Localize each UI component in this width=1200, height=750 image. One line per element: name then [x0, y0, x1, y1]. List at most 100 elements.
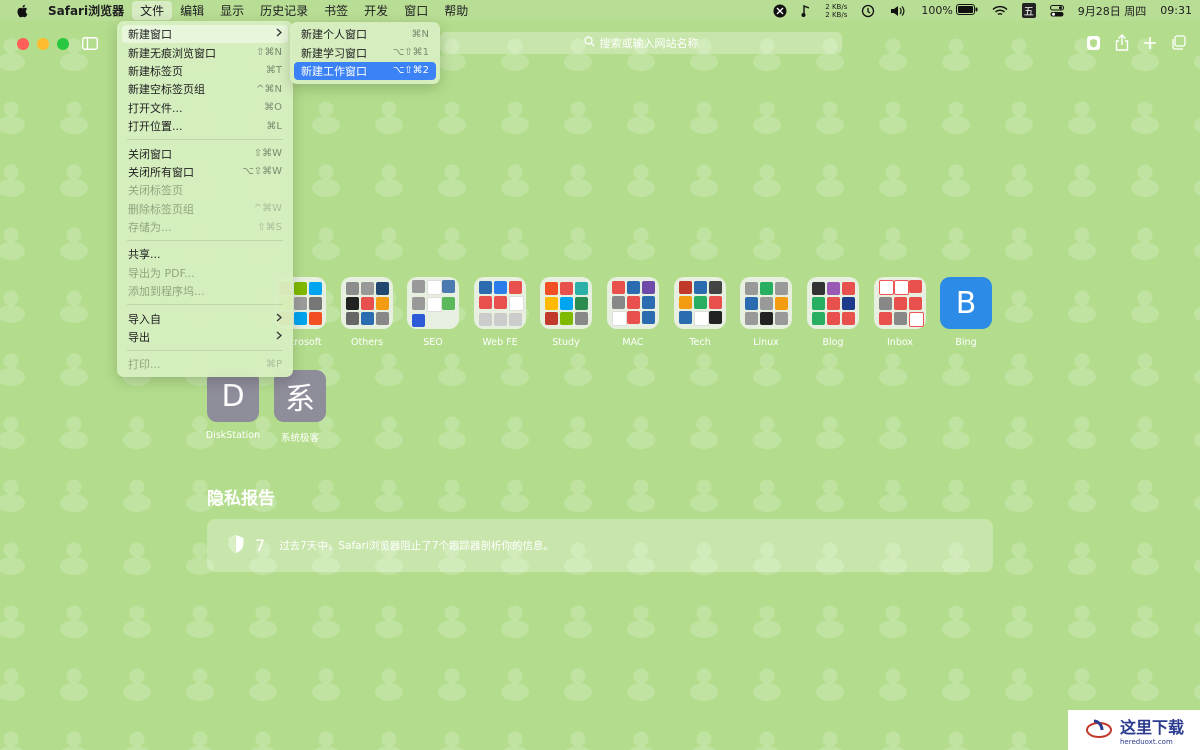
- menu-item-label: 关闭标签页: [128, 184, 183, 198]
- menu-shortcut: ⌥⇧⌘W: [242, 166, 282, 178]
- new-tab-icon[interactable]: [1143, 35, 1157, 54]
- folder-thumbnail: [674, 277, 726, 329]
- zoom-window-button[interactable]: [57, 38, 69, 50]
- menubar-date[interactable]: 9月28日 周四: [1078, 3, 1147, 19]
- menu-new-personal-window[interactable]: 新建个人窗口 ⌘N: [290, 25, 440, 43]
- scissors-icon[interactable]: [773, 4, 787, 18]
- menu-new-work-window[interactable]: 新建工作窗口 ⌥⇧⌘2: [294, 61, 436, 81]
- menu-new-study-window[interactable]: 新建学习窗口 ⌥⇧⌘1: [290, 43, 440, 61]
- menu-shortcut: ^⌘N: [256, 83, 282, 95]
- menu-shortcut: ⇧⌘W: [253, 148, 282, 160]
- menu-item-label: 导出为 PDF...: [128, 266, 195, 280]
- apple-icon[interactable]: [16, 4, 30, 18]
- menu-item-label: 新建工作窗口: [301, 64, 367, 78]
- menu-open-location[interactable]: 打开位置... ⌘L: [117, 117, 293, 135]
- tab-overview-icon[interactable]: [1171, 35, 1186, 54]
- menu-file[interactable]: 文件: [132, 1, 173, 20]
- menu-item-label: 新建学习窗口: [301, 46, 367, 60]
- menu-develop[interactable]: 开发: [356, 1, 396, 20]
- menu-item-label: 关闭所有窗口: [128, 165, 194, 179]
- menubar-time[interactable]: 09:31: [1160, 4, 1192, 17]
- share-icon[interactable]: [1115, 34, 1129, 55]
- watermark-text: 这里下载: [1119, 718, 1184, 737]
- menu-new-private-window[interactable]: 新建无痕浏览窗口 ⇧⌘N: [117, 43, 293, 61]
- favorite-folder-study[interactable]: Study: [533, 277, 599, 348]
- wifi-icon[interactable]: [992, 5, 1008, 17]
- favorite-diskstation[interactable]: D DiskStation: [200, 370, 266, 441]
- folder-thumbnail: [607, 277, 659, 329]
- menu-edit[interactable]: 编辑: [172, 1, 212, 20]
- battery-status[interactable]: 100%: [921, 3, 978, 18]
- menu-separator: [127, 139, 283, 141]
- menu-shortcut: ⌘P: [265, 358, 282, 370]
- menu-close-all-windows[interactable]: 关闭所有窗口 ⌥⇧⌘W: [117, 163, 293, 181]
- watermark-logo-icon: [1084, 713, 1114, 747]
- address-placeholder: 搜索或输入网站名称: [599, 37, 699, 50]
- menu-app-name[interactable]: Safari浏览器: [40, 1, 132, 20]
- network-speed[interactable]: 2 KB/s 2 KB/s: [825, 3, 847, 19]
- menu-close-window[interactable]: 关闭窗口 ⇧⌘W: [117, 144, 293, 162]
- menu-shortcut: ⇧⌘N: [256, 47, 282, 59]
- menu-print: 打印... ⌘P: [117, 355, 293, 373]
- menu-new-window[interactable]: 新建窗口: [122, 25, 288, 44]
- folder-thumbnail: [874, 277, 926, 329]
- favorite-label: Study: [552, 337, 580, 348]
- favorite-folder-others[interactable]: Others: [334, 277, 400, 348]
- menu-new-tab[interactable]: 新建标签页 ⌘T: [117, 62, 293, 80]
- menu-window[interactable]: 窗口: [396, 1, 436, 20]
- chevron-right-icon: [276, 331, 282, 343]
- close-window-button[interactable]: [17, 38, 29, 50]
- battery-percent: 100%: [921, 4, 953, 17]
- favorite-folder-blog[interactable]: Blog: [800, 277, 866, 348]
- shield-extension-icon[interactable]: [1086, 35, 1101, 55]
- favorite-label: Tech: [689, 337, 711, 348]
- favorite-folder-web-fe[interactable]: Web FE: [467, 277, 533, 348]
- menu-separator: [127, 240, 283, 242]
- menu-separator: [127, 304, 283, 306]
- menu-shortcut: ⌘L: [266, 120, 282, 132]
- menu-shortcut: ⌘T: [265, 65, 282, 77]
- menu-item-label: 删除标签页组: [128, 202, 194, 216]
- menu-item-label: 新建空标签页组: [128, 83, 205, 97]
- favorite-folder-tech[interactable]: Tech: [667, 277, 733, 348]
- favorite-label: Others: [351, 337, 383, 348]
- favorite-label: DiskStation: [205, 430, 261, 441]
- menu-item-label: 存储为...: [128, 221, 172, 235]
- favorite-label: MAC: [622, 337, 644, 348]
- menu-share[interactable]: 共享...: [117, 245, 293, 263]
- menu-import-from[interactable]: 导入自: [117, 309, 293, 327]
- menu-item-label: 新建无痕浏览窗口: [128, 46, 216, 60]
- menu-item-label: 新建窗口: [128, 28, 172, 42]
- menu-history[interactable]: 历史记录: [252, 1, 316, 20]
- address-bar[interactable]: 搜索或输入网站名称: [440, 32, 842, 54]
- menu-new-empty-tab-group[interactable]: 新建空标签页组 ^⌘N: [117, 80, 293, 98]
- menu-bookmarks[interactable]: 书签: [316, 1, 356, 20]
- input-method-indicator[interactable]: 五: [1021, 3, 1036, 18]
- net-download: 2 KB/s: [825, 10, 848, 19]
- favorite-folder-seo[interactable]: SEO: [400, 277, 466, 348]
- favorite-folder-linux[interactable]: Linux: [733, 277, 799, 348]
- menu-export-pdf: 导出为 PDF...: [117, 264, 293, 282]
- favorite-folder-inbox[interactable]: Inbox: [867, 277, 933, 348]
- time-machine-icon[interactable]: [861, 4, 875, 18]
- menu-save-as: 存储为... ⇧⌘S: [117, 218, 293, 236]
- watermark: 这里下载 hereduoxt.com: [1068, 710, 1200, 750]
- favorite-xitongjike[interactable]: 系 系统极客: [267, 370, 333, 444]
- control-center-icon[interactable]: [1049, 4, 1064, 17]
- sidebar-toggle-icon[interactable]: [82, 35, 98, 54]
- menu-item-label: 添加到程序坞...: [128, 285, 205, 299]
- minimize-window-button[interactable]: [37, 38, 49, 50]
- favorite-bing[interactable]: B Bing: [933, 277, 999, 348]
- favorite-folder-mac[interactable]: MAC: [600, 277, 666, 348]
- music-note-icon[interactable]: [801, 4, 811, 18]
- folder-thumbnail: [807, 277, 859, 329]
- favorite-label: Bing: [955, 337, 977, 348]
- menu-view[interactable]: 显示: [212, 1, 252, 20]
- menu-export[interactable]: 导出: [117, 328, 293, 346]
- file-menu-dropdown: 新建窗口 新建无痕浏览窗口 ⇧⌘N 新建标签页 ⌘T 新建空标签页组 ^⌘N 打…: [117, 21, 293, 377]
- volume-icon[interactable]: [889, 4, 907, 18]
- menu-add-to-dock: 添加到程序坞...: [117, 282, 293, 300]
- privacy-report-card[interactable]: 7 过去7天中，Safari浏览器阻止了7个跟踪器剖析你的信息。: [207, 519, 993, 572]
- menu-open-file[interactable]: 打开文件... ⌘O: [117, 99, 293, 117]
- menu-help[interactable]: 帮助: [436, 1, 476, 20]
